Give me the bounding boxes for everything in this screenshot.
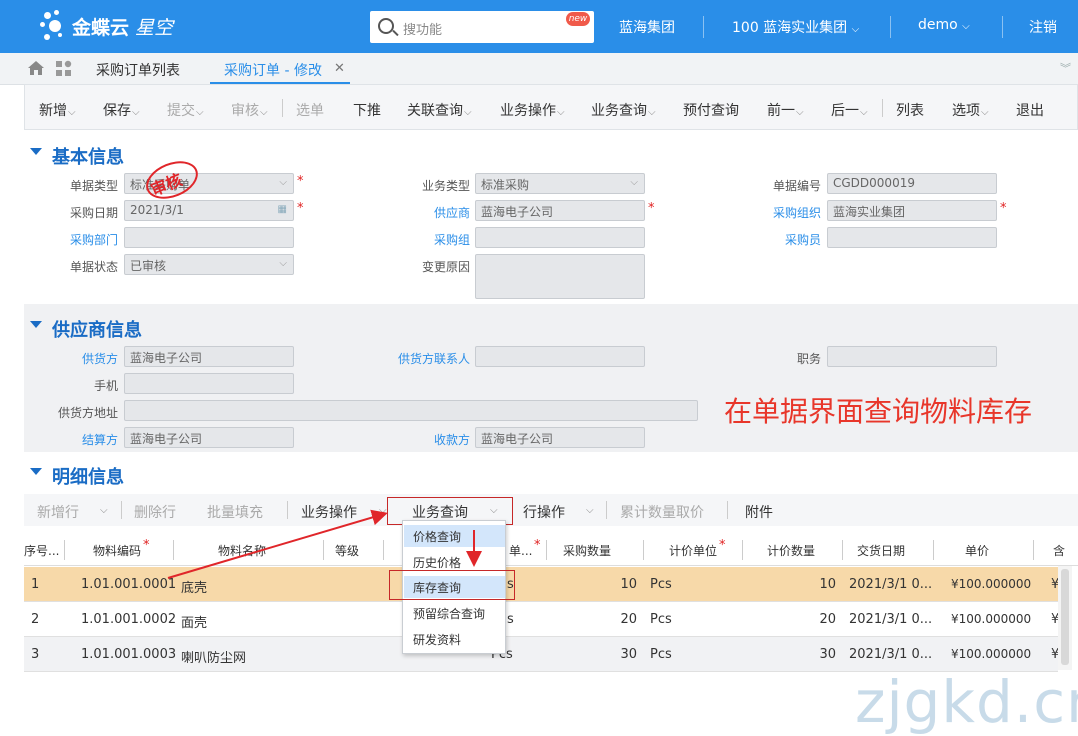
annotation-arrows — [167, 509, 482, 579]
watermark-text: zjgkd.cn — [855, 668, 1078, 736]
arrow-to-business-query — [167, 509, 388, 579]
